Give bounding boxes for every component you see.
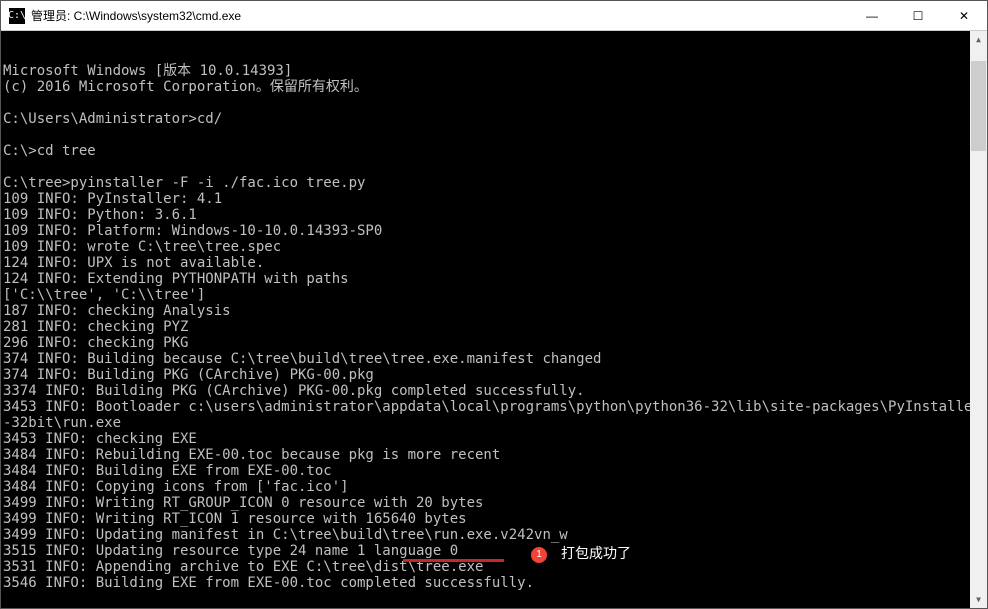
- terminal-line: 3546 INFO: Building EXE from EXE-00.toc …: [3, 575, 985, 591]
- success-underline: [403, 559, 504, 562]
- terminal-content: Microsoft Windows [版本 10.0.14393](c) 201…: [1, 63, 987, 608]
- terminal-line: 374 INFO: Building because C:\tree\build…: [3, 351, 985, 367]
- window-title: 管理员: C:\Windows\system32\cmd.exe: [31, 7, 849, 24]
- window-controls: — ☐ ✕: [849, 1, 987, 30]
- terminal-line: 3484 INFO: Rebuilding EXE-00.toc because…: [3, 447, 985, 463]
- terminal-line: C:\tree>: [3, 607, 985, 608]
- terminal-line: 3499 INFO: Writing RT_GROUP_ICON 0 resou…: [3, 495, 985, 511]
- maximize-button[interactable]: ☐: [895, 1, 941, 30]
- terminal-line: 3515 INFO: Updating resource type 24 nam…: [3, 543, 985, 559]
- terminal-line: [3, 591, 985, 607]
- minimize-button[interactable]: —: [849, 1, 895, 30]
- scroll-up-arrow[interactable]: ▲: [970, 31, 987, 48]
- terminal-line: 374 INFO: Building PKG (CArchive) PKG-00…: [3, 367, 985, 383]
- terminal-line: [3, 127, 985, 143]
- terminal-line: -32bit\run.exe: [3, 415, 985, 431]
- terminal-line: 109 INFO: PyInstaller: 4.1: [3, 191, 985, 207]
- close-button[interactable]: ✕: [941, 1, 987, 30]
- terminal-line: ['C:\\tree', 'C:\\tree']: [3, 287, 985, 303]
- terminal-line: (c) 2016 Microsoft Corporation。保留所有权利。: [3, 79, 985, 95]
- terminal-line: 296 INFO: checking PKG: [3, 335, 985, 351]
- cmd-icon: C:\: [9, 8, 25, 24]
- titlebar[interactable]: C:\ 管理员: C:\Windows\system32\cmd.exe — ☐…: [1, 1, 987, 31]
- terminal-line: 3453 INFO: checking EXE: [3, 431, 985, 447]
- vertical-scrollbar[interactable]: ▲ ▼: [970, 31, 987, 608]
- terminal-line: C:\Users\Administrator>cd/: [3, 111, 985, 127]
- terminal-line: 281 INFO: checking PYZ: [3, 319, 985, 335]
- terminal-line: Microsoft Windows [版本 10.0.14393]: [3, 63, 985, 79]
- cmd-window: C:\ 管理员: C:\Windows\system32\cmd.exe — ☐…: [0, 0, 988, 609]
- annotation-badge-1: 1: [531, 547, 547, 563]
- terminal-area[interactable]: Microsoft Windows [版本 10.0.14393](c) 201…: [1, 31, 987, 608]
- terminal-line: [3, 95, 985, 111]
- terminal-line: 109 INFO: Platform: Windows-10-10.0.1439…: [3, 223, 985, 239]
- terminal-line: 3484 INFO: Copying icons from ['fac.ico'…: [3, 479, 985, 495]
- scroll-thumb[interactable]: [971, 61, 986, 151]
- terminal-line: 3484 INFO: Building EXE from EXE-00.toc: [3, 463, 985, 479]
- terminal-line: C:\>cd tree: [3, 143, 985, 159]
- scroll-down-arrow[interactable]: ▼: [970, 591, 987, 608]
- terminal-line: 124 INFO: Extending PYTHONPATH with path…: [3, 271, 985, 287]
- terminal-line: 3499 INFO: Updating manifest in C:\tree\…: [3, 527, 985, 543]
- terminal-line: 109 INFO: wrote C:\tree\tree.spec: [3, 239, 985, 255]
- terminal-line: 3453 INFO: Bootloader c:\users\administr…: [3, 399, 985, 415]
- terminal-line: 3499 INFO: Writing RT_ICON 1 resource wi…: [3, 511, 985, 527]
- terminal-line: [3, 159, 985, 175]
- terminal-line: C:\tree>pyinstaller -F -i ./fac.ico tree…: [3, 175, 985, 191]
- terminal-line: 124 INFO: UPX is not available.: [3, 255, 985, 271]
- terminal-line: 187 INFO: checking Analysis: [3, 303, 985, 319]
- terminal-line: 109 INFO: Python: 3.6.1: [3, 207, 985, 223]
- annotation-text-1: 打包成功了: [561, 545, 631, 561]
- terminal-line: 3374 INFO: Building PKG (CArchive) PKG-0…: [3, 383, 985, 399]
